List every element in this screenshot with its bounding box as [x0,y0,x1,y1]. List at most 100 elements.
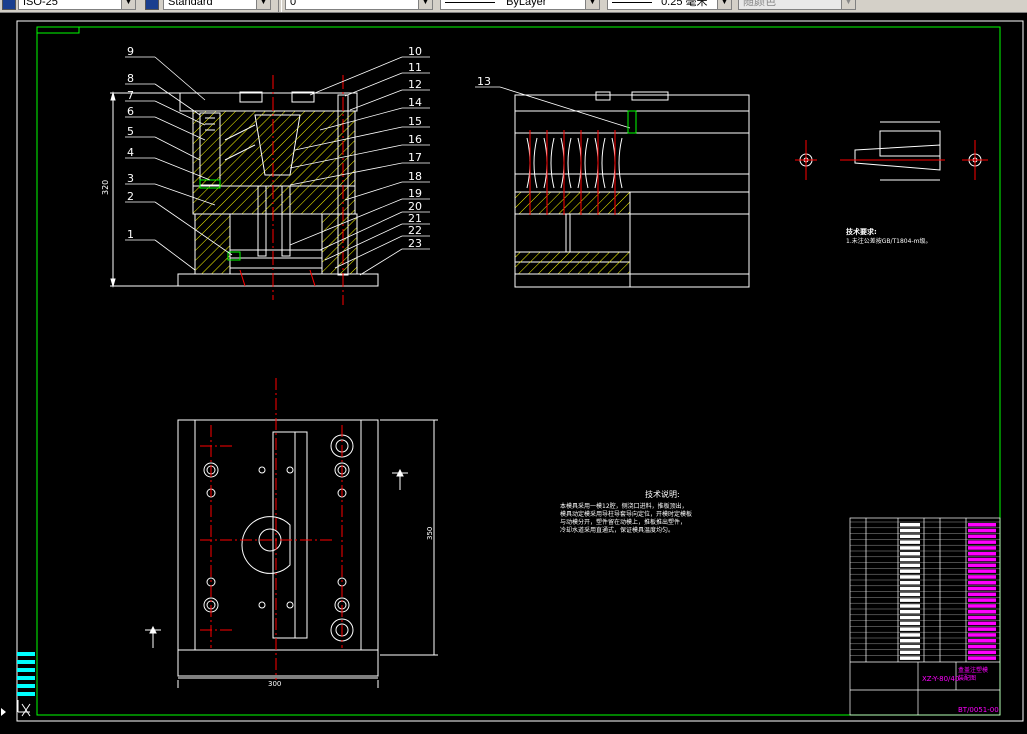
bom-cell-mark [968,598,996,602]
bom-cell-mark [968,610,996,614]
side-view-cavities [526,137,623,189]
plan-width-dimension: 300 [268,680,281,688]
chevron-down-icon: ▼ [717,0,731,9]
toolbar-separator [278,0,282,12]
part-label: 23 [408,237,422,250]
drawing-canvas[interactable]: 320 9 8 7 6 5 4 3 2 1 10 11 12 14 15 16 … [0,13,1027,730]
cursor-arrow-icon [1,708,6,716]
bom-cell-mark [900,552,920,556]
linetype-value: ByLayer [506,0,547,8]
linetype-sample [445,1,495,3]
tech-requirement-title: 技术要求: [846,227,877,236]
sheet-outer-border [16,20,1024,722]
bom-cell-mark [968,581,996,585]
bom-cell-mark [900,656,920,660]
bom-cell-mark [900,621,920,626]
bom-cell-mark [900,610,920,614]
bom-cell-mark [900,615,920,620]
plan-view [177,419,438,688]
bom-cell-mark [900,557,920,562]
bom-cell-mark [968,557,996,562]
bom-cell-mark [900,644,920,649]
bom-cell-mark [900,592,920,597]
lineweight-combo[interactable]: 0.25 毫米 ▼ [607,0,732,10]
bom-cell-mark [968,552,996,556]
bom-cell-mark [968,656,996,660]
chevron-down-icon: ▼ [121,0,135,9]
drawing-svg: 320 9 8 7 6 5 4 3 2 1 10 11 12 14 15 16 … [1,20,1024,722]
bom-cell-mark [900,650,920,655]
tech-note-line: 本模具采用一模12腔，侧浇口进料，推板顶出， [560,502,688,510]
front-height-dimension: 320 [101,180,110,195]
part-label: 18 [408,170,422,183]
properties-toolbar: ISO-25 ▼ Standard ▼ 0 ▼ ByLayer ▼ 0.25 毫… [0,0,1027,13]
part-detail-view [795,121,988,181]
part-label: 6 [127,105,134,118]
part-label: 1 [127,228,134,241]
bom-cell-mark [968,546,996,550]
dim-style-value: ISO-25 [23,0,58,8]
bom-cell-mark [968,575,996,579]
layer-combo[interactable]: 0 ▼ [285,0,433,10]
text-style-value: Standard [168,0,213,8]
layer-value: 0 [290,0,297,8]
chevron-down-icon: ▼ [585,0,599,9]
part-label: 12 [408,78,422,91]
lineweight-sample [612,1,652,3]
dim-style-icon[interactable] [2,0,16,10]
bom-cell-mark [968,569,996,573]
part-label: 16 [408,133,422,146]
layer-legend-strip [17,652,35,696]
bom-cell-mark [968,586,996,591]
bom-cell-mark [900,569,920,573]
title-drawing-no: XZ-Y-80/40 [922,675,959,683]
cooling-line [239,269,246,287]
title-name-line: 装配图 [958,674,976,682]
sheet-inner-border [36,26,1001,716]
bom-cell-mark [900,639,920,643]
side-view-insert [627,110,637,134]
frame-corner-mark [37,27,80,34]
part-label: 10 [408,45,422,58]
title-name-line: 盒盖注塑模 [958,666,988,674]
chevron-down-icon: ▼ [256,0,270,9]
bom-cell-mark [968,621,996,626]
text-style-icon[interactable] [145,0,159,10]
chevron-down-icon: ▼ [841,0,855,9]
lineweight-value: 0.25 毫米 [661,0,708,8]
part-label: 2 [127,190,134,203]
part-label: 5 [127,125,134,138]
plot-style-combo[interactable]: 随颜色 ▼ [738,0,856,10]
part-label: 22 [408,224,422,237]
part-label: 8 [127,72,134,85]
bom-cell-mark [968,627,996,631]
bom-cell-mark [968,540,996,544]
plot-style-value: 随颜色 [743,0,776,8]
bom-cell-mark [900,546,920,550]
bom-cell-mark [968,523,996,527]
bom-cell-mark [968,650,996,655]
bom-cell-mark [900,575,920,579]
text-style-combo[interactable]: Standard ▼ [163,0,271,10]
part-label: 4 [127,146,134,159]
part-label: 3 [127,172,134,185]
bom-cell-mark [900,528,920,533]
part-label: 13 [477,75,491,88]
bom-cell-mark [900,563,920,568]
ucs-icon [17,700,31,717]
bom-cell-mark [900,598,920,602]
part-label: 15 [408,115,422,128]
bom-cell-mark [900,627,920,631]
tech-note-line: 冷却水道采用直通式，保证模具温度均匀。 [560,526,674,534]
part-label: 19 [408,187,422,200]
dim-style-combo[interactable]: ISO-25 ▼ [18,0,136,10]
bom-cell-mark [968,633,996,637]
bom-cell-mark [900,633,920,637]
linetype-combo[interactable]: ByLayer ▼ [440,0,600,10]
chevron-down-icon: ▼ [418,0,432,9]
part-label: 14 [408,96,422,109]
bom-cell-mark [900,540,920,544]
tech-requirement-text: 1.未注公差按GB/T1804-m级。 [846,237,931,245]
bom-rows [850,521,1000,660]
bom-cell-mark [968,534,996,539]
